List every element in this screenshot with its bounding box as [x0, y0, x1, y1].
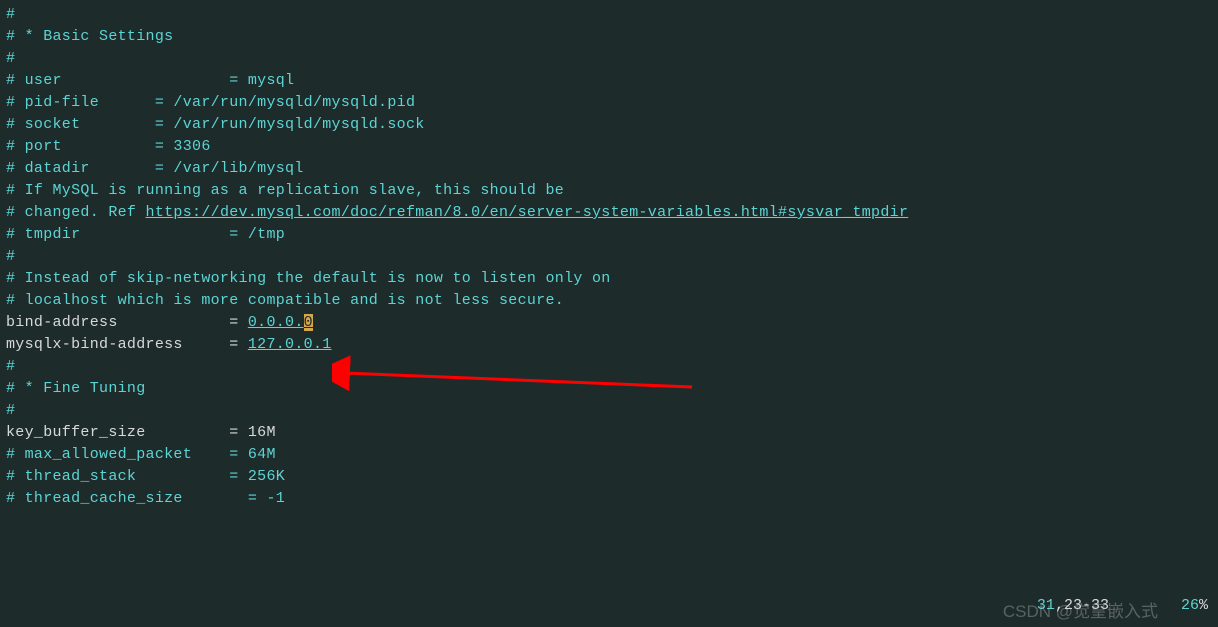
config-line: # pid-file = /var/run/mysqld/mysqld.pid [6, 92, 1218, 114]
cursor: 0 [304, 314, 313, 331]
config-line: # [6, 246, 1218, 268]
bind-address-value: 0.0.0. [248, 314, 304, 331]
config-line: # tmpdir = /tmp [6, 224, 1218, 246]
config-line: # * Basic Settings [6, 26, 1218, 48]
cursor-line-num: 31 [1037, 597, 1055, 614]
config-line: # [6, 4, 1218, 26]
config-line: # * Fine Tuning [6, 378, 1218, 400]
config-line: # changed. Ref https://dev.mysql.com/doc… [6, 202, 1218, 224]
config-line: # [6, 356, 1218, 378]
percent-sign: % [1199, 597, 1208, 614]
scroll-percent: 26 [1181, 597, 1199, 614]
vim-status-bar: 31,23-33 26% [1037, 595, 1208, 617]
url-link[interactable]: https://dev.mysql.com/doc/refman/8.0/en/… [146, 204, 909, 221]
text: # changed. Ref [6, 204, 146, 221]
config-line: # localhost which is more compatible and… [6, 290, 1218, 312]
config-line: # port = 3306 [6, 136, 1218, 158]
config-key: mysqlx-bind-address = [6, 336, 248, 353]
config-line: # max_allowed_packet = 64M [6, 444, 1218, 466]
config-line: # socket = /var/run/mysqld/mysqld.sock [6, 114, 1218, 136]
config-line: # If MySQL is running as a replication s… [6, 180, 1218, 202]
key-buffer-line[interactable]: key_buffer_size = 16M [6, 422, 1218, 444]
bind-address-line[interactable]: bind-address = 0.0.0.0 [6, 312, 1218, 334]
mysqlx-bind-value: 127.0.0.1 [248, 336, 332, 353]
config-line: # [6, 400, 1218, 422]
config-line: # [6, 48, 1218, 70]
config-line: # datadir = /var/lib/mysql [6, 158, 1218, 180]
config-line: # Instead of skip-networking the default… [6, 268, 1218, 290]
cursor-col: ,23-33 [1055, 597, 1109, 614]
config-line: # user = mysql [6, 70, 1218, 92]
config-line: # thread_stack = 256K [6, 466, 1218, 488]
config-key: bind-address = [6, 314, 248, 331]
config-line: # thread_cache_size = -1 [6, 488, 1218, 510]
mysqlx-bind-line[interactable]: mysqlx-bind-address = 127.0.0.1 [6, 334, 1218, 356]
